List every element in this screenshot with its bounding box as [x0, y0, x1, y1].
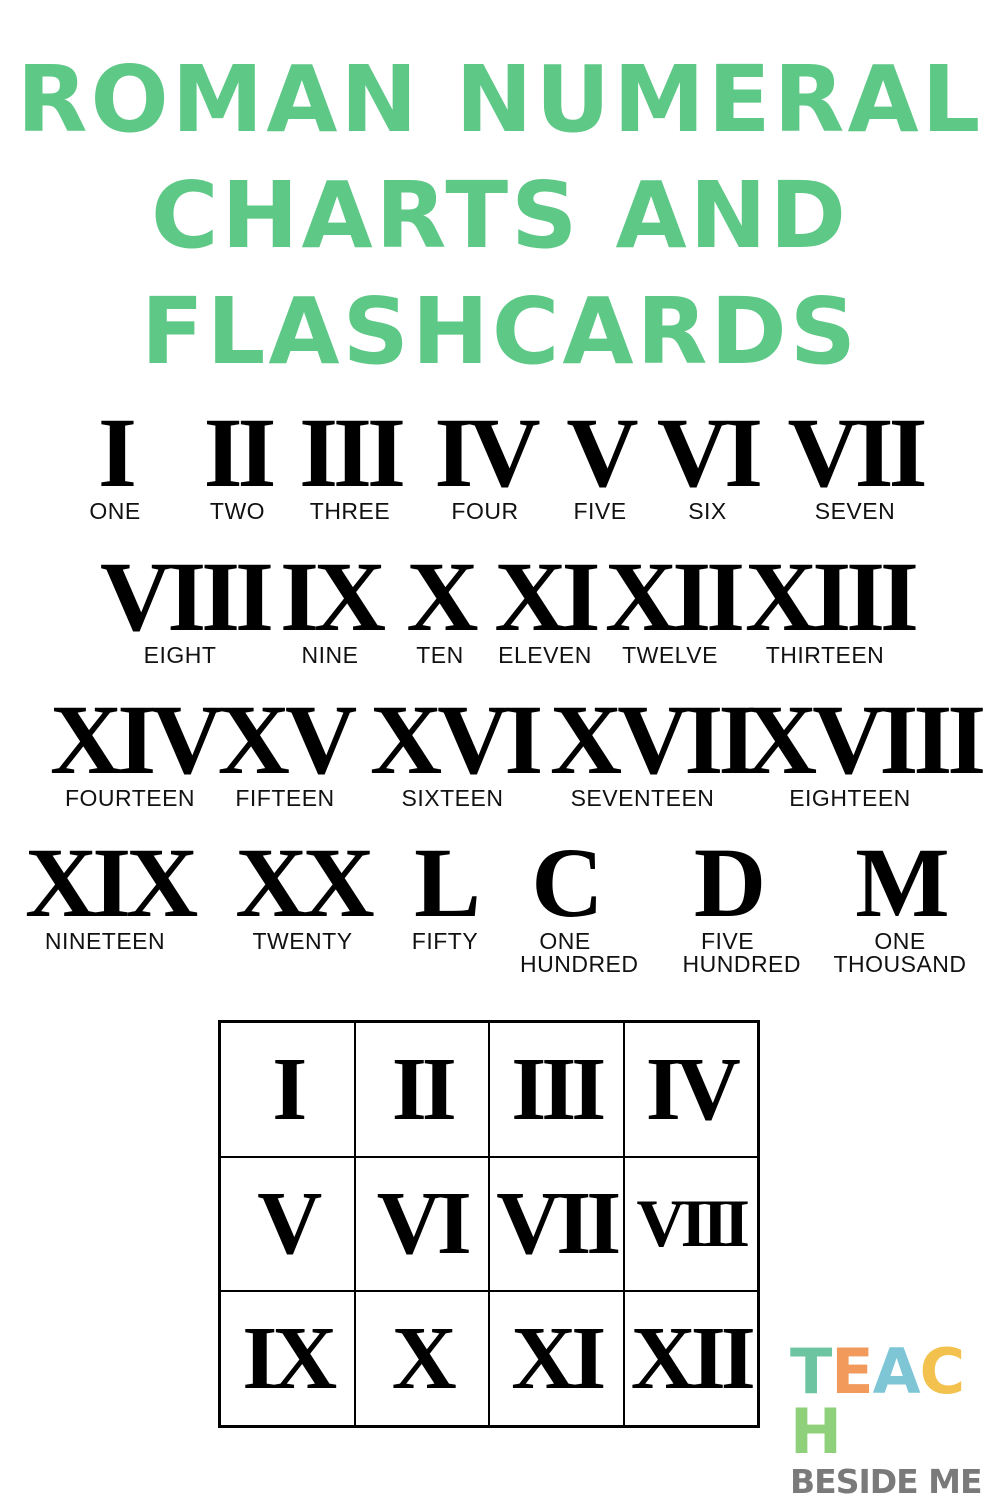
chart-item-18: XVIII EIGHTEEN	[745, 684, 986, 810]
flashcard: VI	[354, 1156, 489, 1292]
numeral-word: FIFTEEN	[235, 785, 335, 811]
numeral-word: SEVENTEEN	[570, 785, 715, 811]
numeral: IV	[434, 397, 540, 508]
numeral: XIII	[745, 541, 919, 652]
numeral-word: FIFTY	[411, 928, 479, 954]
chart-item-20: XX TWENTY	[230, 827, 375, 953]
numeral: XI	[494, 541, 600, 652]
page-title: ROMAN NUMERAL CHARTS AND FLASHCARDS	[0, 42, 1000, 390]
chart-item-2: II TWO	[185, 397, 290, 524]
chart-item-8: VIII EIGHT	[100, 541, 274, 667]
numeral: XX	[235, 827, 374, 938]
numeral: XVI	[370, 684, 543, 795]
flashcard: IV	[623, 1022, 758, 1157]
chart-item-1: I ONE	[75, 397, 155, 524]
chart-item-16: XVI SIXTEEN	[370, 684, 543, 810]
numeral: V	[566, 397, 638, 508]
logo-teach: TEAC H	[790, 1335, 990, 1468]
numeral: I	[98, 397, 137, 508]
chart-item-19: XIX NINETEEN	[25, 827, 198, 954]
numeral: IX	[280, 541, 386, 652]
chart-item-13: XIII THIRTEEN	[745, 541, 919, 668]
logo-beside-me: BESIDE ME	[790, 1462, 983, 1501]
chart-item-17: XVII SEVENTEEN	[550, 684, 757, 811]
logo-letter: A	[872, 1335, 921, 1408]
chart-item-4: IV FOUR	[425, 397, 545, 523]
flashcard: V	[220, 1156, 355, 1292]
numeral: XIX	[25, 827, 198, 938]
logo-letter: C	[919, 1335, 966, 1408]
numeral: VI	[656, 397, 763, 508]
numeral: XIV	[50, 684, 223, 795]
chart-item-14: XIV FOURTEEN	[50, 684, 223, 811]
numeral-word: ELEVEN	[498, 642, 592, 668]
numeral: D	[693, 827, 766, 938]
flashcard: XII	[623, 1291, 758, 1426]
flashcards-grid: I II III IV V VI VII VIII IX X XI XII	[218, 1020, 760, 1428]
numeral: M	[855, 827, 949, 938]
numeral: X	[406, 541, 478, 652]
chart-item-3: III THREE	[295, 397, 406, 524]
flashcard: XI	[489, 1291, 624, 1426]
numeral: XVIII	[745, 684, 986, 795]
numeral-word: THREE	[309, 498, 391, 524]
chart-item-9: IX NINE	[280, 541, 386, 667]
numeral: L	[414, 827, 481, 938]
flashcard: II	[354, 1022, 489, 1157]
chart-item-22: C ONE HUNDRED	[495, 827, 638, 976]
flashcard: I	[220, 1022, 355, 1157]
chart-item-6: VI SIX	[650, 397, 765, 523]
numeral: XV	[217, 684, 357, 795]
chart-item-11: XI ELEVEN	[490, 541, 600, 668]
title-line-3: FLASHCARDS	[140, 278, 860, 385]
numeral-word: ONE THOUSAND	[833, 928, 967, 977]
numeral: XII	[605, 541, 745, 652]
numeral-word: THIRTEEN	[765, 642, 885, 668]
numeral: II	[203, 397, 277, 508]
chart-item-7: VII SEVEN	[780, 397, 930, 523]
flashcard: X	[354, 1291, 489, 1426]
chart-item-24: M ONE THOUSAND	[820, 827, 980, 977]
chart-item-10: X TEN	[400, 541, 480, 667]
numeral-word: ONE	[89, 498, 141, 524]
numeral: C	[531, 827, 603, 938]
chart-item-21: L FIFTY	[400, 827, 490, 954]
numeral: VIII	[100, 541, 274, 652]
chart-item-12: XII TWELVE	[605, 541, 745, 668]
numeral-word: TWELVE	[622, 642, 718, 668]
flashcard: VIII	[623, 1156, 758, 1292]
numeral-word: FOURTEEN	[64, 785, 196, 811]
logo-letter: T	[790, 1335, 832, 1408]
flashcard: IX	[220, 1291, 355, 1426]
numeral-word: NINETEEN	[44, 928, 166, 954]
logo-letter: H	[790, 1395, 842, 1468]
logo-letter: E	[831, 1335, 873, 1408]
chart-item-5: V FIVE	[555, 397, 645, 523]
chart-item-23: D FIVE HUNDRED	[655, 827, 801, 976]
teach-beside-me-logo: TEAC H BESIDE ME	[790, 1335, 990, 1502]
numeral: VII	[787, 397, 927, 508]
numeral: XVII	[550, 684, 757, 795]
flashcard: III	[489, 1022, 624, 1157]
title-line-1: ROMAN NUMERAL	[16, 46, 984, 153]
title-line-2: CHARTS AND	[150, 162, 850, 269]
flashcard: VII	[489, 1156, 624, 1292]
numeral-word: TWO	[209, 498, 266, 524]
chart-item-15: XV FIFTEEN	[215, 684, 357, 811]
numeral: III	[299, 397, 406, 508]
